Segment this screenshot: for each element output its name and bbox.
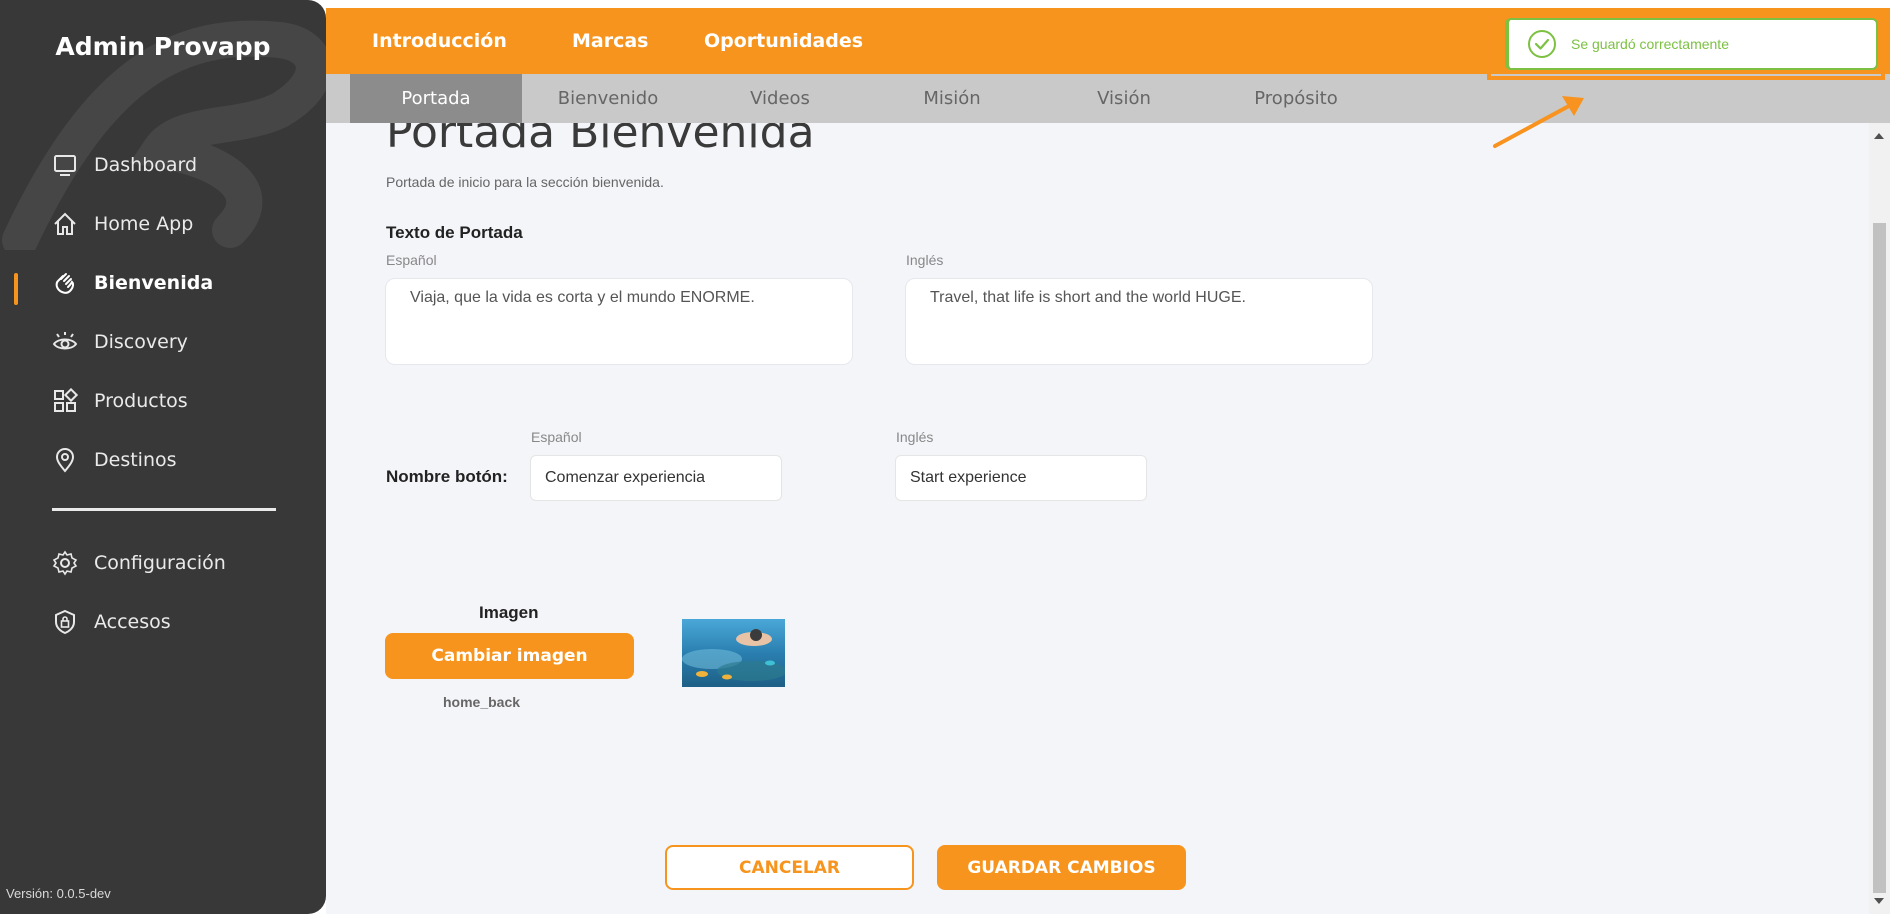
main-content: Portada Bienvenida Portada de inicio par… (326, 123, 1869, 914)
eye-icon (52, 329, 78, 355)
home-icon (52, 211, 78, 237)
sidebar-item-label: Bienvenida (94, 272, 214, 294)
sidebar-item-label: Accesos (94, 611, 171, 633)
waving-hand-icon (52, 270, 78, 296)
app-title: Admin Provapp (55, 32, 271, 61)
sidebar-item-productos[interactable]: Productos (0, 379, 326, 423)
subtab-bar: Portada Bienvenido Videos Misión Visión … (326, 74, 1890, 123)
sidebar-item-label: Dashboard (94, 154, 198, 176)
cover-text-label: Texto de Portada (386, 223, 523, 242)
sidebar-item-label: Discovery (94, 331, 188, 353)
subtab-vision[interactable]: Visión (1038, 74, 1210, 123)
image-label: Imagen (479, 603, 539, 622)
check-circle-icon (1527, 29, 1557, 59)
monitor-icon (52, 152, 78, 178)
subtab-proposito[interactable]: Propósito (1210, 74, 1382, 123)
button-name-label: Nombre botón: (386, 467, 508, 486)
sidebar-item-accesos[interactable]: Accesos (0, 600, 326, 644)
page-subtitle: Portada de inicio para la sección bienve… (386, 174, 664, 190)
version-label: Versión: 0.0.5-dev (6, 886, 111, 901)
tab-marcas[interactable]: Marcas (572, 30, 649, 52)
sidebar-item-configuracion[interactable]: Configuración (0, 541, 326, 585)
scroll-thumb[interactable] (1873, 223, 1886, 893)
sidebar-item-label: Configuración (94, 552, 226, 574)
sidebar-item-bienvenida[interactable]: Bienvenida (0, 261, 326, 305)
cover-text-en-field[interactable]: Travel, that life is short and the world… (905, 278, 1373, 365)
button-name-es-input[interactable] (530, 455, 782, 501)
sidebar-item-dashboard[interactable]: Dashboard (0, 143, 326, 187)
sidebar-item-home-app[interactable]: Home App (0, 202, 326, 246)
change-image-button[interactable]: Cambiar imagen (385, 633, 634, 679)
toast-message: Se guardó correctamente (1571, 36, 1729, 52)
sidebar-item-destinos[interactable]: Destinos (0, 438, 326, 482)
scroll-down-icon[interactable] (1874, 898, 1884, 904)
button-name-en-label: Inglés (896, 429, 934, 445)
tab-introduccion[interactable]: Introducción (372, 30, 507, 52)
cover-text-en-label: Inglés (906, 252, 944, 268)
button-name-es-label: Español (531, 429, 582, 445)
sidebar-item-label: Productos (94, 390, 188, 412)
subtab-videos[interactable]: Videos (694, 74, 866, 123)
sidebar-divider (52, 508, 276, 511)
vertical-scrollbar[interactable] (1869, 123, 1890, 914)
subtab-bienvenido[interactable]: Bienvenido (522, 74, 694, 123)
subtab-mision[interactable]: Misión (866, 74, 1038, 123)
annotation-arrow-icon (1493, 96, 1584, 148)
shapes-icon (52, 387, 79, 414)
sidebar: Admin Provapp Dashboard Home App Bienven… (0, 0, 326, 914)
scroll-up-icon[interactable] (1874, 133, 1884, 139)
cover-image-thumbnail (682, 619, 785, 687)
success-toast[interactable]: Se guardó correctamente (1505, 18, 1878, 70)
gear-icon (52, 550, 78, 576)
tab-oportunidades[interactable]: Oportunidades (704, 30, 863, 52)
shield-lock-icon (52, 609, 78, 635)
sidebar-item-discovery[interactable]: Discovery (0, 320, 326, 364)
page-title: Portada Bienvenida (386, 123, 815, 158)
sidebar-item-label: Destinos (94, 449, 177, 471)
cover-text-es-label: Español (386, 252, 437, 268)
map-pin-icon (52, 447, 78, 473)
button-name-en-input[interactable] (895, 455, 1147, 501)
cancel-button[interactable]: CANCELAR (665, 845, 914, 890)
save-changes-button[interactable]: GUARDAR CAMBIOS (937, 845, 1186, 890)
cover-text-es-field[interactable]: Viaja, que la vida es corta y el mundo E… (385, 278, 853, 365)
image-file-name: home_back (443, 694, 521, 710)
sidebar-item-label: Home App (94, 213, 194, 235)
subtab-portada[interactable]: Portada (350, 74, 522, 123)
